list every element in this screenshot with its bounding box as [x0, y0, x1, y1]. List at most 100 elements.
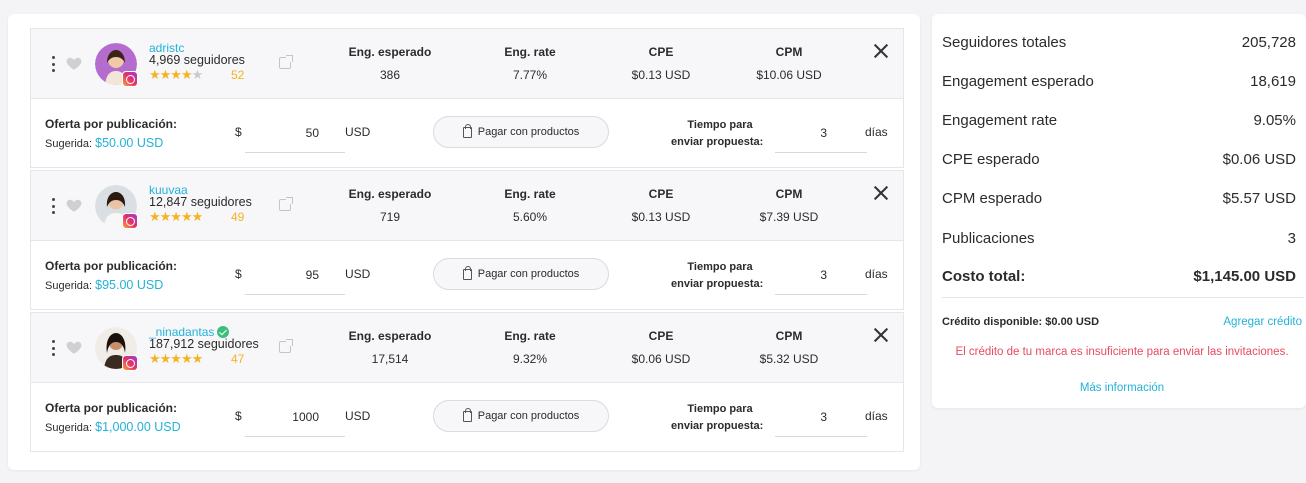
summary-label: Seguidores totales — [942, 34, 1067, 51]
pay-with-products-button[interactable]: Pagar con productos — [433, 258, 609, 290]
pay-with-products-label: Pagar con productos — [477, 126, 580, 138]
close-icon[interactable] — [873, 185, 889, 201]
summary-value: 18,619 — [1250, 73, 1296, 90]
offer-row: Oferta por publicación: Sugerida: $95.00… — [31, 241, 903, 309]
external-link-icon[interactable] — [279, 55, 293, 69]
total-cost-label: Costo total: — [942, 268, 1026, 285]
metric-label: Eng. rate — [504, 329, 556, 343]
metric-cpm: CPM $10.06 USD — [734, 45, 844, 82]
rating-score: 52 — [231, 68, 245, 82]
metric-label: CPM — [775, 45, 803, 59]
more-options-icon[interactable] — [51, 340, 55, 356]
heart-icon[interactable] — [65, 54, 83, 72]
shopping-bag-icon — [462, 123, 472, 138]
metric-value: 719 — [379, 210, 401, 224]
dollar-sign: $ — [235, 409, 242, 423]
summary-label: CPE esperado — [942, 151, 1040, 168]
insufficient-credit-warning: El crédito de tu marca es insuficiente p… — [955, 346, 1289, 358]
summary-label: CPM esperado — [942, 190, 1043, 207]
followers-count: 4,969 seguidores — [149, 53, 245, 67]
time-label-line2: enviar propuesta: — [671, 420, 764, 432]
summary-label: Engagement rate — [942, 112, 1058, 129]
summary-divider — [942, 297, 1304, 298]
offer-amount-input[interactable] — [245, 255, 345, 295]
summary-row-cpm: CPM esperado $5.57 USD — [942, 190, 1296, 207]
summary-value: $0.06 USD — [1222, 151, 1296, 168]
time-label-line1: Tiempo para — [687, 261, 753, 273]
metric-cpe: CPE $0.13 USD — [606, 187, 716, 224]
summary-value: 205,728 — [1241, 34, 1296, 51]
close-icon[interactable] — [873, 43, 889, 59]
summary-label: Engagement esperado — [942, 73, 1094, 90]
suggested-prefix: Sugerida: — [45, 138, 96, 150]
pay-with-products-button[interactable]: Pagar con productos — [433, 400, 609, 432]
pay-with-products-label: Pagar con productos — [477, 268, 580, 280]
rating-score: 47 — [231, 352, 245, 366]
time-label-line2: enviar propuesta: — [671, 136, 764, 148]
available-credit: Crédito disponible: $0.00 USD — [942, 316, 1100, 328]
suggested-amount: $50.00 USD — [95, 136, 164, 150]
more-info-link[interactable]: Más información — [952, 382, 1292, 394]
metric-value: 9.32% — [512, 352, 548, 366]
influencer-summary: adristc 4,969 seguidores ★★★★★ 52 Eng. e… — [31, 29, 903, 99]
rating-score: 49 — [231, 210, 245, 224]
suggested-amount: $95.00 USD — [95, 278, 164, 292]
add-credit-link[interactable]: Agregar crédito — [1223, 316, 1302, 328]
heart-icon[interactable] — [65, 196, 83, 214]
time-label-line1: Tiempo para — [687, 119, 753, 131]
days-input[interactable] — [775, 397, 867, 437]
metric-value: 5.60% — [512, 210, 548, 224]
offer-label: Oferta por publicación: — [45, 117, 178, 131]
metric-eng-esperado: Eng. esperado 386 — [335, 45, 445, 82]
metric-eng-esperado: Eng. esperado 17,514 — [335, 329, 445, 366]
days-input[interactable] — [775, 255, 867, 295]
summary-row-engagement-expected: Engagement esperado 18,619 — [942, 73, 1296, 90]
influencer-list-panel: adristc 4,969 seguidores ★★★★★ 52 Eng. e… — [8, 14, 920, 470]
influencer-card: _ninadantas 187,912 seguidores ★★★★★ 47 … — [30, 312, 904, 452]
star-rating-icon: ★★★★★ — [149, 209, 203, 224]
influencer-card: kuuvaa 12,847 seguidores ★★★★★ 49 Eng. e… — [30, 170, 904, 310]
shopping-bag-icon — [462, 407, 472, 422]
offer-row: Oferta por publicación: Sugerida: $1,000… — [31, 383, 903, 451]
metric-cpm: CPM $5.32 USD — [734, 329, 844, 366]
metric-label: Eng. esperado — [348, 187, 432, 201]
more-options-icon[interactable] — [51, 56, 55, 72]
summary-value: 9.05% — [1253, 112, 1296, 129]
days-input[interactable] — [775, 113, 867, 153]
influencer-card: adristc 4,969 seguidores ★★★★★ 52 Eng. e… — [30, 28, 904, 168]
metric-eng-rate: Eng. rate 5.60% — [475, 187, 585, 224]
pay-with-products-label: Pagar con productos — [477, 410, 580, 422]
offer-amount-input[interactable] — [245, 397, 345, 437]
external-link-icon[interactable] — [279, 339, 293, 353]
metric-value: $10.06 USD — [756, 68, 822, 82]
influencer-summary: _ninadantas 187,912 seguidores ★★★★★ 47 … — [31, 313, 903, 383]
pay-with-products-button[interactable]: Pagar con productos — [433, 116, 609, 148]
proposal-time-label: Tiempo para enviar propuesta: — [671, 117, 769, 151]
summary-row-posts: Publicaciones 3 — [942, 230, 1296, 247]
suggested-prefix: Sugerida: — [45, 280, 96, 292]
summary-value: 3 — [1287, 230, 1296, 247]
offer-label: Oferta por publicación: — [45, 401, 178, 415]
dollar-sign: $ — [235, 125, 242, 139]
proposal-time-label: Tiempo para enviar propuesta: — [671, 259, 769, 293]
summary-value: $5.57 USD — [1222, 190, 1296, 207]
proposal-time-label: Tiempo para enviar propuesta: — [671, 401, 769, 435]
suggested-price: Sugerida: $1,000.00 USD — [45, 420, 181, 434]
metric-label: Eng. esperado — [348, 329, 432, 343]
metric-cpm: CPM $7.39 USD — [734, 187, 844, 224]
time-label-line2: enviar propuesta: — [671, 278, 764, 290]
heart-icon[interactable] — [65, 338, 83, 356]
more-options-icon[interactable] — [51, 198, 55, 214]
influencer-summary: kuuvaa 12,847 seguidores ★★★★★ 49 Eng. e… — [31, 171, 903, 241]
campaign-summary-panel: Seguidores totales 205,728 Engagement esp… — [932, 14, 1306, 408]
time-label-line1: Tiempo para — [687, 403, 753, 415]
close-icon[interactable] — [873, 327, 889, 343]
star-rating-icon: ★★★★★ — [149, 351, 203, 366]
external-link-icon[interactable] — [279, 197, 293, 211]
metric-label: CPE — [648, 329, 674, 343]
days-unit: días — [865, 267, 888, 281]
followers-count: 12,847 seguidores — [149, 195, 252, 209]
instagram-icon — [122, 213, 138, 229]
metric-label: CPM — [775, 329, 803, 343]
offer-amount-input[interactable] — [245, 113, 345, 153]
